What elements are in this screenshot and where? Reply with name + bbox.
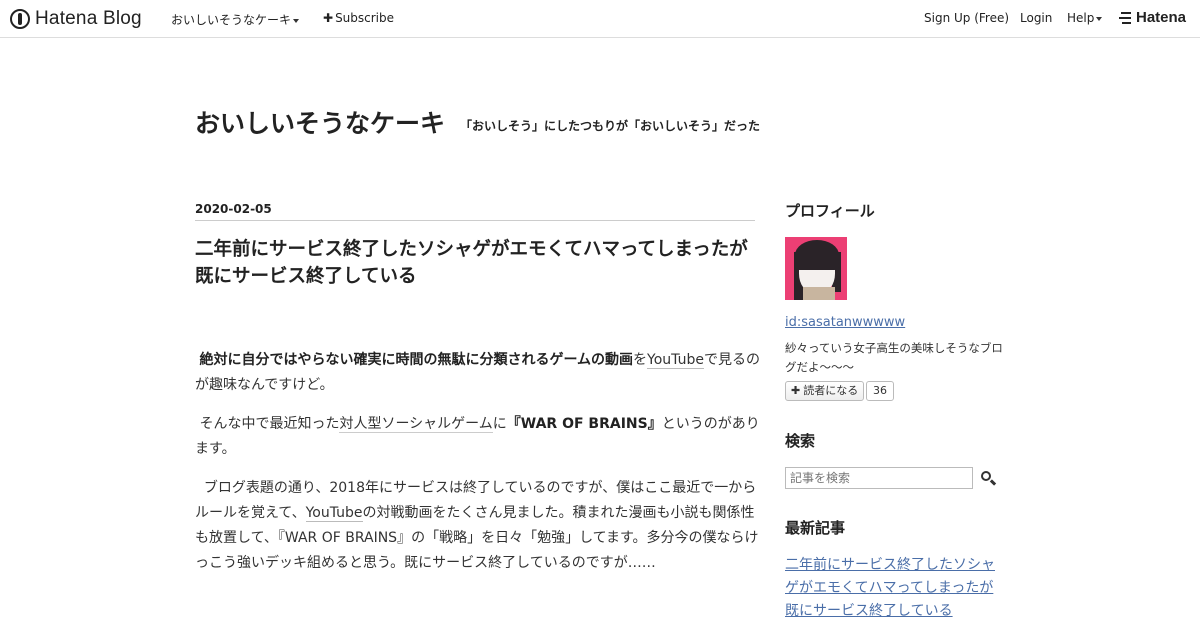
subscribe-label: Subscribe [335,11,395,25]
recent-post-link[interactable]: 二年前にサービス終了したソシャゲがエモくてハマってしまったが既にサービス終了して… [785,554,1000,623]
hatena-blog-logo[interactable]: Hatena Blog [10,7,142,31]
chevron-down-icon [1096,16,1103,21]
entry-date[interactable]: 2020-02-05 [195,202,272,216]
search-icon[interactable] [981,471,997,487]
text: を [633,352,648,368]
entry-paragraph: そんな中で最近知った対人型ソーシャルゲームに『WAR OF BRAINS』という… [195,412,760,462]
subscribe-reader-button[interactable]: ✚ 読者になる [785,381,865,401]
avatar-body [803,287,835,300]
reader-button-label: 読者になる [803,384,859,397]
bold-text: 『WAR OF BRAINS』 [506,416,662,432]
blog-title[interactable]: おいしいそうなケーキ [195,104,445,140]
signup-link[interactable]: Sign Up (Free) [924,11,1009,25]
entry-content: 絶対に自分ではやらない確実に時間の無駄に分類されるゲームの動画をYouTubeで… [195,348,760,590]
reader-count-badge[interactable]: 36 [866,381,894,401]
search-input[interactable] [785,467,973,489]
date-divider [195,220,755,221]
hatena-blog-logo-text: Hatena Blog [35,8,142,29]
help-label: Help [1067,11,1095,25]
sidebar: プロフィール id:sasatanwwwww 紗々っていう女子高生の美味しそうな… [785,200,1005,619]
profile-heading: プロフィール [785,202,875,220]
blog-menu-label: おいしいそうなケーキ [171,13,292,27]
chevron-down-icon [293,18,300,23]
blog-menu-dropdown[interactable]: おいしいそうなケーキ [171,11,300,28]
hatena-logo-icon [1119,12,1133,24]
subscribe-button[interactable]: ✚ Subscribe [323,11,394,25]
youtube-keyword-link[interactable]: YouTube [305,505,363,522]
login-link[interactable]: Login [1020,11,1052,25]
youtube-keyword-link[interactable]: YouTube [647,352,704,369]
avatar[interactable] [785,237,847,300]
entry-paragraph: 絶対に自分ではやらない確実に時間の無駄に分類されるゲームの動画をYouTubeで… [195,348,760,398]
recent-posts-heading: 最新記事 [785,519,846,537]
profile-id-link[interactable]: id:sasatanwwwww [785,315,905,330]
keyword-link[interactable]: 対人型ソーシャルゲーム [339,416,493,433]
search-heading: 検索 [785,432,816,450]
bold-text: 絶対に自分ではやらない確実に時間の無駄に分類されるゲームの動画 [199,352,634,368]
entry-title[interactable]: 二年前にサービス終了したソシャゲがエモくてハマってしまったが既にサービス終了して… [195,236,760,290]
plus-icon: ✚ [323,11,334,25]
blog-description: 「おいしそう」にしたつもりが「おいしいそう」だった [460,119,761,133]
global-header: Hatena Blog おいしいそうなケーキ ✚ Subscribe Sign U… [0,0,1200,38]
profile-description: 紗々っていう女子高生の美味しそうなブログだよ〜〜〜 [785,341,1003,374]
avatar-bangs [795,240,839,270]
text: そんな中で最近知った [199,416,340,432]
help-dropdown[interactable]: Help [1067,11,1103,25]
hatena-logo-link[interactable]: Hatena [1136,9,1186,26]
plus-icon: ✚ [791,384,801,397]
text: に [492,416,507,432]
hatena-blog-logo-icon [10,9,30,29]
entry-paragraph: ブログ表題の通り、2018年にサービスは終了しているのですが、僕はここ最近で一か… [195,476,760,576]
